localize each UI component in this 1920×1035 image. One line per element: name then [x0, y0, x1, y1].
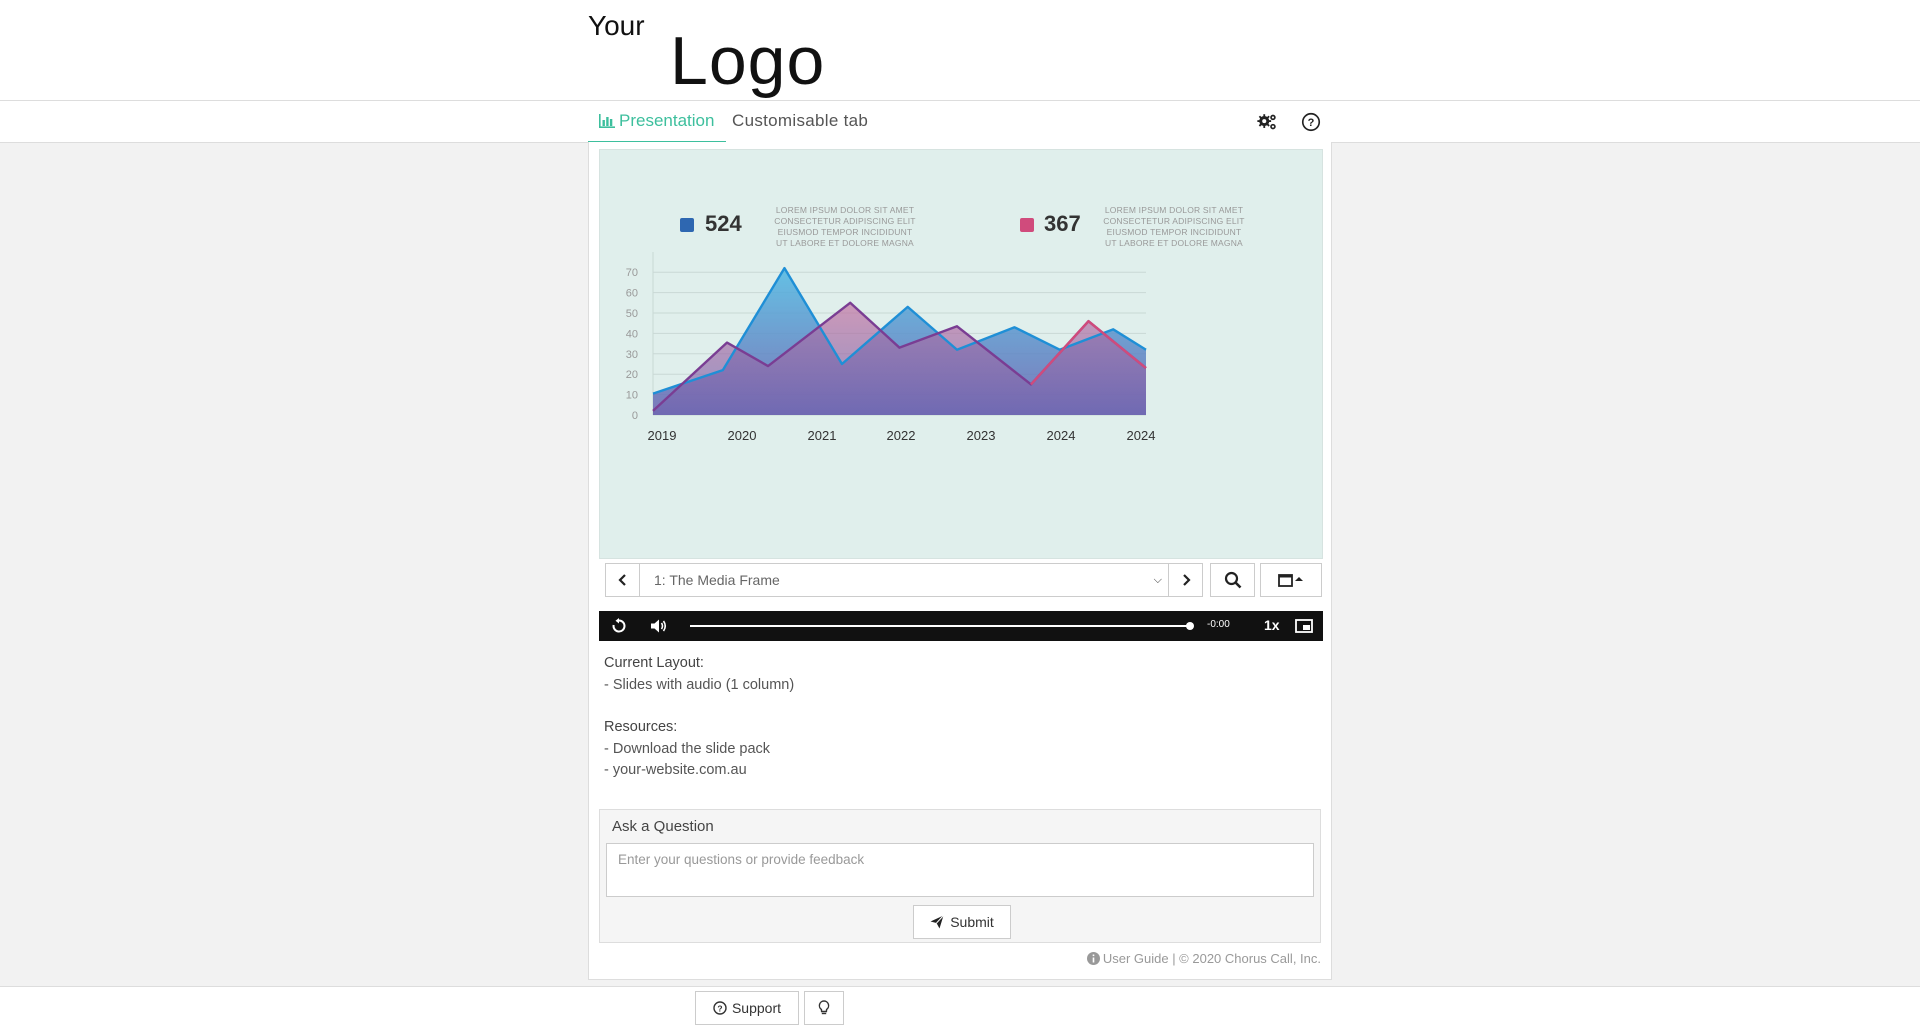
replay-icon[interactable] [611, 618, 627, 634]
slide-frame: 524 LOREM IPSUM DOLOR SIT AMET CONSECTET… [599, 149, 1323, 559]
chevron-down-icon: ⌵ [1153, 574, 1162, 586]
bottom-bar: ? Support [0, 986, 1920, 1035]
layout-toggle-button[interactable] [1260, 563, 1322, 597]
lightbulb-icon [818, 1000, 830, 1015]
submit-label: Submit [950, 914, 994, 930]
audio-player: -0:00 1x [599, 611, 1323, 641]
info-icon [1086, 952, 1100, 965]
y-tick-label: 60 [626, 288, 638, 300]
send-icon [930, 915, 945, 929]
header: Your Logo [0, 0, 1920, 101]
tips-button[interactable] [804, 991, 844, 1025]
submit-button[interactable]: Submit [913, 905, 1011, 939]
support-button[interactable]: ? Support [695, 991, 799, 1025]
info-section: Current Layout: - Slides with audio (1 c… [604, 653, 794, 782]
logo-large-text: Logo [670, 23, 826, 99]
next-slide-button[interactable] [1168, 563, 1203, 597]
help-icon: ? [713, 1001, 727, 1015]
picture-in-picture-icon[interactable] [1295, 619, 1313, 633]
bar-chart-icon [599, 114, 615, 128]
user-guide-footer[interactable]: User Guide | © 2020 Chorus Call, Inc. [1086, 951, 1321, 966]
x-tick-label: 2019 [648, 428, 677, 443]
audio-progress-bar[interactable] [690, 622, 1194, 630]
tab-customisable[interactable]: Customisable tab [732, 101, 868, 141]
y-tick-label: 20 [626, 369, 638, 381]
chevron-left-icon [617, 574, 626, 586]
ask-question-title: Ask a Question [612, 818, 714, 835]
logo-small-text: Your [588, 10, 645, 41]
x-tick-label: 2023 [967, 428, 996, 443]
search-icon [1224, 571, 1241, 589]
x-tick-label: 2020 [728, 428, 757, 443]
progress-handle[interactable] [1186, 622, 1194, 630]
svg-text:?: ? [1308, 117, 1315, 129]
current-layout-value: - Slides with audio (1 column) [604, 676, 795, 693]
resource-website-link[interactable]: - your-website.com.au [604, 760, 794, 782]
current-layout-heading: Current Layout: [604, 655, 704, 671]
x-tick-label: 2022 [887, 428, 916, 443]
volume-icon[interactable] [650, 618, 668, 634]
y-tick-label: 50 [626, 308, 638, 320]
presentation-panel: 524 LOREM IPSUM DOLOR SIT AMET CONSECTET… [588, 142, 1332, 980]
y-tick-label: 10 [626, 390, 638, 402]
question-input[interactable]: Enter your questions or provide feedback [606, 843, 1314, 897]
tab-presentation[interactable]: Presentation [588, 101, 727, 144]
time-remaining: -0:00 [1207, 619, 1230, 630]
help-icon[interactable]: ? [1300, 111, 1322, 133]
footer-note-text: User Guide | © 2020 Chorus Call, Inc. [1102, 951, 1321, 966]
y-tick-label: 30 [626, 349, 638, 361]
area-chart: 0 10 20 30 40 50 60 70 2019 2020 2021 2022 2023 2024 2… [626, 252, 1156, 443]
prev-slide-button[interactable] [605, 563, 640, 597]
x-tick-label: 2024 [1047, 428, 1076, 443]
search-slides-button[interactable] [1210, 563, 1255, 597]
tab-presentation-label: Presentation [619, 111, 715, 130]
resource-download-link[interactable]: - Download the slide pack [604, 739, 794, 761]
y-tick-label: 0 [632, 410, 638, 422]
playback-speed-button[interactable]: 1x [1264, 617, 1280, 633]
window-layout-icon [1278, 574, 1303, 587]
slide-select-value: 1: The Media Frame [654, 572, 780, 588]
settings-gears-icon[interactable] [1256, 111, 1278, 133]
resources-heading: Resources: [604, 719, 678, 735]
y-tick-label: 70 [626, 267, 638, 279]
slide-controls: 1: The Media Frame ⌵ [605, 563, 1331, 599]
slide-select[interactable]: 1: The Media Frame ⌵ [639, 563, 1169, 597]
tab-bar: Presentation Customisable tab ? [0, 101, 1920, 144]
x-tick-label: 2021 [808, 428, 837, 443]
chevron-right-icon [1182, 574, 1191, 586]
x-tick-label: 2024 [1127, 428, 1156, 443]
svg-text:?: ? [717, 1003, 722, 1013]
support-label: Support [731, 1000, 782, 1016]
y-tick-label: 40 [626, 328, 638, 340]
ask-question-box: Ask a Question Enter your questions or p… [599, 809, 1321, 943]
